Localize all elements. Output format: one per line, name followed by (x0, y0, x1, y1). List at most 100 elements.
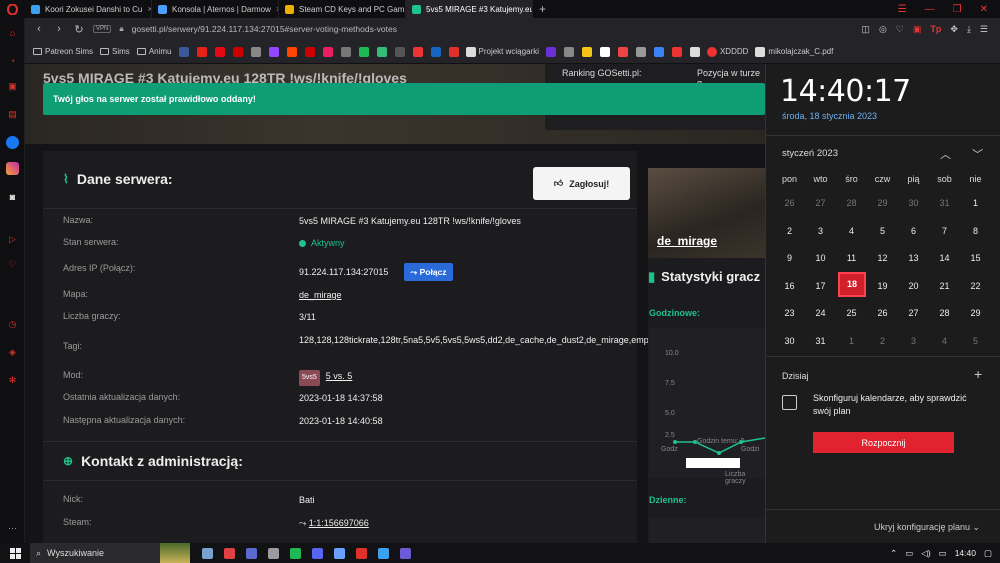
bookmark-xdddd[interactable]: XDDDD (706, 46, 748, 57)
calendar-day[interactable]: 31 (929, 191, 960, 215)
calendar-day[interactable]: 13 (898, 246, 929, 270)
lock-icon[interactable]: 🔒︎ (119, 24, 123, 34)
tp-extension-icon[interactable]: Tp (930, 24, 941, 35)
bookmark-icon[interactable] (322, 46, 333, 57)
calendar-day[interactable]: 31 (805, 329, 836, 353)
url-field[interactable]: gosetti.pl/serwery/91.224.117.134:27015#… (132, 24, 397, 34)
bookmark-icon[interactable] (268, 46, 279, 57)
calendar-day[interactable]: 23 (774, 301, 805, 325)
tab-gosetti[interactable]: 5vs5 MIRAGE #3 Katujemy.eu× (406, 0, 533, 18)
calendar-day[interactable]: 2 (774, 219, 805, 243)
bookmark-icon[interactable] (689, 46, 700, 57)
calendar-day[interactable]: 27 (898, 301, 929, 325)
box-icon[interactable]: ◈ (6, 346, 19, 359)
calendar-day[interactable]: 21 (929, 274, 960, 298)
calendar-day[interactable]: 22 (960, 274, 991, 298)
taskbar-app-icon[interactable] (400, 547, 411, 559)
calendar-day[interactable]: 26 (774, 191, 805, 215)
bookmark-icon[interactable] (545, 46, 556, 57)
download-icon[interactable]: ⤓ (967, 24, 971, 35)
taskbar-app-icon[interactable] (224, 547, 235, 559)
music-player-icon[interactable]: ▷ (6, 233, 19, 246)
calendar-day[interactable]: 24 (805, 301, 836, 325)
month-title[interactable]: styczeń 2023 (782, 148, 838, 159)
calendar-day[interactable]: 10 (805, 246, 836, 270)
vote-button[interactable]: 👍︎ Zagłosuj! (533, 167, 630, 200)
tab-aternos[interactable]: Konsola | Aternos | Darmow× (152, 0, 279, 18)
calendar-day-today[interactable]: 18 (838, 271, 866, 297)
taskbar-app-icon[interactable] (312, 547, 323, 559)
more-icon[interactable]: ⋯ (6, 522, 19, 535)
calendar-day[interactable]: 12 (867, 246, 898, 270)
snapshot-icon[interactable]: ◎ (879, 24, 887, 35)
calendar-day[interactable]: 16 (774, 274, 805, 298)
taskbar-clock[interactable]: 14:40 (955, 548, 976, 558)
bookmark-icon[interactable] (394, 46, 405, 57)
notification-icon[interactable]: ▢ (984, 548, 992, 559)
calendar-day[interactable]: 7 (929, 219, 960, 243)
connect-button[interactable]: ⤳ Połącz (404, 263, 453, 281)
bookmark-icon[interactable] (376, 46, 387, 57)
hide-plan-toggle[interactable]: Ukryj konfigurację planu ⌄ (874, 522, 980, 533)
calendar-day[interactable]: 27 (805, 191, 836, 215)
tab-steam-cd-keys[interactable]: Steam CD Keys and PC Gam× (279, 0, 406, 18)
discord-icon[interactable]: ◙ (6, 190, 19, 203)
extension-icon[interactable]: ▣ (913, 24, 922, 35)
minimize-button[interactable]: — (925, 4, 935, 15)
calendar-day[interactable]: 5 (867, 219, 898, 243)
bookmark-icon[interactable] (250, 46, 261, 57)
heart-icon[interactable]: ♡ (6, 258, 19, 271)
instagram-icon[interactable] (6, 162, 19, 175)
taskbar-app-icon[interactable] (334, 547, 345, 559)
bookmark-icon[interactable] (196, 46, 207, 57)
bookmark-projekt[interactable]: Projekt wciągarki (465, 46, 539, 57)
start-button[interactable]: Rozpocznij (813, 432, 954, 453)
home-icon[interactable]: ⌂ (6, 26, 19, 39)
bookmark-icon[interactable] (448, 46, 459, 57)
twitch-icon[interactable]: ▤ (6, 108, 19, 121)
calendar-day[interactable]: 5 (960, 329, 991, 353)
calendar-day[interactable]: 4 (929, 329, 960, 353)
calendar-day[interactable]: 26 (867, 301, 898, 325)
camera-icon[interactable]: ◫ (861, 24, 870, 35)
settings-icon[interactable]: ✻ (6, 374, 19, 387)
bookmark-icon[interactable] (617, 46, 628, 57)
battery-icon[interactable]: ▭ (939, 548, 947, 559)
calendar-day[interactable]: 3 (805, 219, 836, 243)
steam-link[interactable]: 1:1:156697066 (309, 518, 369, 528)
forward-icon[interactable]: › (53, 23, 65, 35)
bookmark-icon[interactable] (286, 46, 297, 57)
bookmark-icon[interactable] (232, 46, 243, 57)
vpn-badge[interactable]: VPN (93, 25, 112, 33)
tab-koori[interactable]: Koori Zokusei Danshi to Cu× (25, 0, 152, 18)
close-window-button[interactable]: ✕ (980, 4, 988, 15)
bag-icon[interactable]: ▣ (6, 80, 19, 93)
reload-icon[interactable]: ↻ (73, 23, 85, 36)
taskbar-app-icon[interactable] (202, 547, 213, 559)
volume-icon[interactable]: ◁) (921, 548, 930, 559)
history-icon[interactable]: ◷ (6, 318, 19, 331)
bookmark-icon[interactable] (214, 46, 225, 57)
prev-month-icon[interactable]: ︿ (940, 146, 951, 162)
taskbar-app-icon[interactable] (290, 547, 301, 559)
taskbar-app-icon[interactable] (246, 547, 257, 559)
chevron-up-icon[interactable]: ⌃ (890, 548, 897, 559)
calendar-day[interactable]: 1 (836, 329, 867, 353)
back-icon[interactable]: ‹ (33, 23, 45, 35)
bookmark-icon[interactable] (304, 46, 315, 57)
bookmark-icon[interactable] (430, 46, 441, 57)
add-event-icon[interactable]: + (974, 366, 982, 382)
bookmark-icon[interactable] (599, 46, 610, 57)
heart-icon[interactable]: ♡ (896, 24, 904, 35)
calendar-day[interactable]: 25 (836, 301, 867, 325)
calendar-day[interactable]: 3 (898, 329, 929, 353)
taskbar-app-icon[interactable] (268, 547, 279, 559)
bookmark-folder[interactable]: Patreon Sims (33, 47, 93, 56)
maximize-button[interactable]: ❐ (953, 4, 962, 15)
next-month-icon[interactable]: ﹀ (972, 146, 983, 162)
network-icon[interactable]: ▭ (905, 548, 913, 559)
windows-start-button[interactable] (0, 547, 30, 559)
mode-link[interactable]: 5 vs. 5 (326, 371, 353, 381)
taskbar-app-icon[interactable] (378, 547, 389, 559)
speed-dial-icon[interactable]: ◔ (6, 54, 19, 67)
